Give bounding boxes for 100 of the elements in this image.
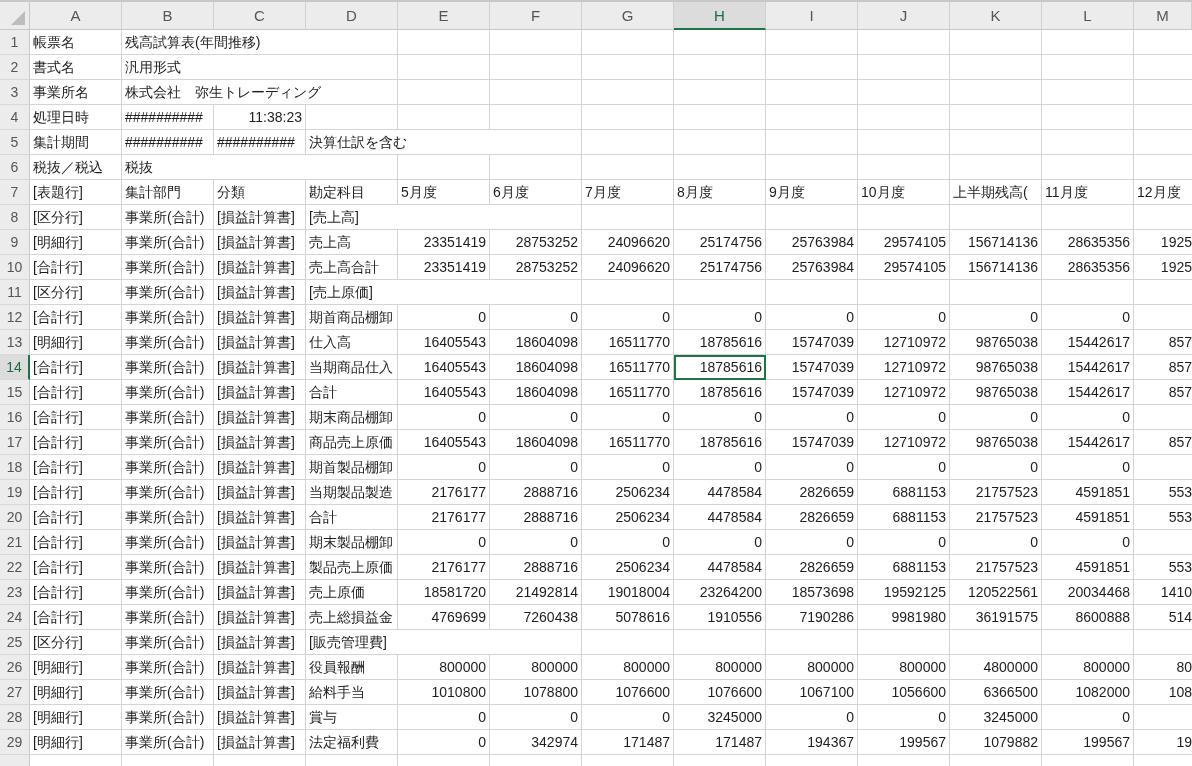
select-all-button[interactable] [0,2,30,30]
table-cell: 4478584 [674,480,766,505]
table-cell: 156714136 [950,255,1042,280]
table-cell: 0 [398,455,490,480]
column-header[interactable]: K [950,2,1042,30]
table-cell: 25763984 [766,255,858,280]
row-header[interactable]: 17 [0,430,30,455]
table-cell: 1076600 [674,680,766,705]
table-cell: 16405543 [398,430,490,455]
table-cell: [損益計算書] [214,230,306,255]
table-cell: 事業所(合計) [122,480,214,505]
row-header[interactable]: 6 [0,155,30,180]
column-header[interactable]: F [490,2,582,30]
table-cell: 事業所(合計) [122,430,214,455]
row-header[interactable]: 2 [0,55,30,80]
row-header[interactable]: 28 [0,705,30,730]
row-header[interactable]: 25 [0,630,30,655]
table-cell: 23264200 [674,580,766,605]
table-cell: 4478584 [674,505,766,530]
table-cell: 7月度 [582,180,674,205]
row-header[interactable]: 21 [0,530,30,555]
row-header[interactable]: 11 [0,280,30,305]
row-header[interactable]: 13 [0,330,30,355]
row-header[interactable]: 23 [0,580,30,605]
table-cell: 売上総損益金 [306,605,398,630]
row-header[interactable]: 3 [0,80,30,105]
row-header[interactable]: 7 [0,180,30,205]
table-cell: 4769699 [398,605,490,630]
table-cell: 0 [950,530,1042,555]
table-cell: 19018004 [582,580,674,605]
table-cell: [損益計算書] [214,705,306,730]
table-cell: 28753252 [490,255,582,280]
row-header[interactable]: 19 [0,480,30,505]
table-cell: [合計行] [30,380,122,405]
table-cell: 9月度 [766,180,858,205]
column-header[interactable]: M [1134,2,1192,30]
row-header[interactable]: 18 [0,455,30,480]
table-cell: 108 [1134,680,1192,705]
row-header[interactable]: 1 [0,30,30,55]
column-header[interactable]: E [398,2,490,30]
table-cell: 18604098 [490,355,582,380]
row-header[interactable]: 10 [0,255,30,280]
table-cell: 0 [950,405,1042,430]
row-header[interactable]: 26 [0,655,30,680]
table-cell: [損益計算書] [214,305,306,330]
column-header[interactable]: G [582,2,674,30]
table-cell: [損益計算書] [214,605,306,630]
table-cell: [明細行] [30,680,122,705]
column-header[interactable]: H [674,2,766,30]
row-header[interactable]: 16 [0,405,30,430]
table-cell: 売上高合計 [306,255,398,280]
table-cell: 0 [858,455,950,480]
table-cell: 1910556 [674,605,766,630]
table-cell: 給料手当 [306,680,398,705]
column-header[interactable]: J [858,2,950,30]
row-header[interactable]: 15 [0,380,30,405]
row-header[interactable]: 22 [0,555,30,580]
table-cell: 16405543 [398,355,490,380]
column-header[interactable]: D [306,2,398,30]
column-header[interactable]: C [214,2,306,30]
table-cell: 1056600 [858,680,950,705]
table-cell: 売上高 [306,230,398,255]
table-cell: 0 [1042,455,1134,480]
table-cell: 事業所(合計) [122,530,214,555]
table-cell: 0 [582,530,674,555]
table-cell: 事業所(合計) [122,205,214,230]
row-header[interactable]: 24 [0,605,30,630]
table-cell: [損益計算書] [214,655,306,680]
row-header[interactable]: 27 [0,680,30,705]
row-header[interactable]: 20 [0,505,30,530]
table-cell: [売上高] [306,205,582,230]
row-header[interactable]: 29 [0,730,30,755]
table-cell: 0 [582,705,674,730]
row-header[interactable]: 5 [0,130,30,155]
table-cell: 553 [1134,555,1192,580]
column-header[interactable]: B [122,2,214,30]
column-header[interactable]: A [30,2,122,30]
table-cell: 800000 [490,655,582,680]
row-header[interactable]: 14 [0,355,30,380]
table-cell: [明細行] [30,230,122,255]
table-cell: 553 [1134,480,1192,505]
table-cell: [損益計算書] [214,455,306,480]
table-cell: [合計行] [30,605,122,630]
table-cell: 0 [950,305,1042,330]
table-cell: [損益計算書] [214,330,306,355]
table-cell: [合計行] [30,555,122,580]
table-cell: [損益計算書] [214,730,306,755]
table-cell: 事業所(合計) [122,630,214,655]
column-header[interactable]: L [1042,2,1134,30]
row-header[interactable]: 4 [0,105,30,130]
column-header[interactable]: I [766,2,858,30]
table-cell: 800000 [1042,655,1134,680]
table-cell: 0 [1042,305,1134,330]
table-cell: 当期商品仕入 [306,355,398,380]
row-header[interactable]: 8 [0,205,30,230]
table-cell: 2888716 [490,555,582,580]
row-header[interactable]: 12 [0,305,30,330]
row-header[interactable]: 9 [0,230,30,255]
table-cell: 18785616 [674,380,766,405]
table-cell: [合計行] [30,255,122,280]
